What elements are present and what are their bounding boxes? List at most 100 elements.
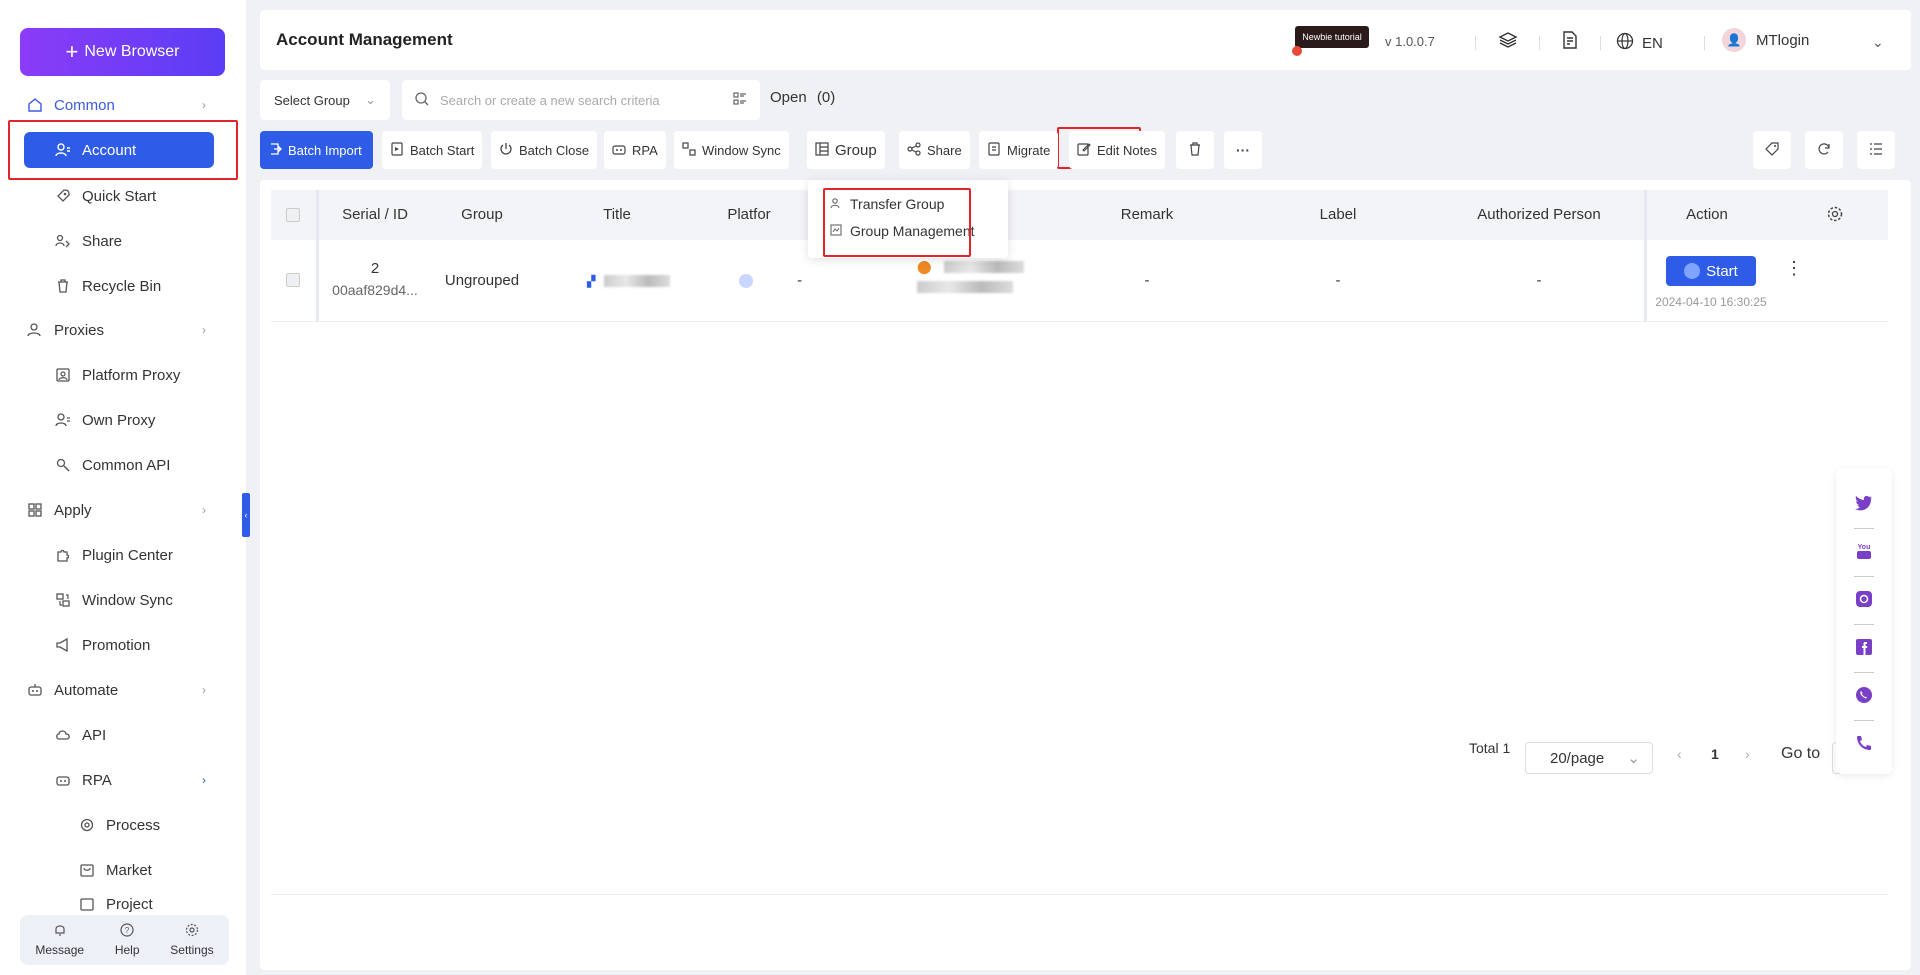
sidebar-item-label: Plugin Center [82, 546, 173, 564]
transfer-group-menu-item[interactable]: Transfer Group [830, 196, 944, 212]
next-page-icon[interactable]: › [1745, 746, 1750, 762]
group-button[interactable]: Group [807, 131, 885, 169]
sidebar-item-common-api[interactable]: Common API [0, 443, 246, 487]
sidebar-item-plugin-center[interactable]: Plugin Center [0, 533, 246, 577]
divider [271, 894, 1888, 895]
column-header-title[interactable]: Title [603, 206, 631, 223]
message-button[interactable]: Message [35, 923, 84, 957]
own-proxy-icon [54, 411, 72, 429]
page-number[interactable]: 1 [1711, 746, 1719, 762]
column-header-label[interactable]: Label [1320, 206, 1357, 223]
prev-page-icon[interactable]: ‹ [1677, 746, 1682, 762]
market-icon [78, 861, 96, 879]
batch-start-button[interactable]: Batch Start [382, 131, 483, 169]
document-list-icon[interactable] [1558, 28, 1582, 52]
sidebar-item-process[interactable]: Process [0, 803, 246, 847]
sidebar-section-apply[interactable]: Apply › [0, 488, 246, 532]
sidebar-item-label: Common API [82, 456, 171, 474]
edit-notes-button[interactable]: Edit Notes [1069, 131, 1165, 169]
row-more-icon[interactable]: ⋮ [1785, 258, 1803, 279]
settings-button[interactable]: Settings [170, 923, 214, 957]
divider [1854, 576, 1874, 577]
serial-number: 2 [370, 260, 380, 277]
home-icon [26, 96, 44, 114]
youtube-icon[interactable]: You [1852, 539, 1876, 563]
sidebar-item-promotion[interactable]: Promotion [0, 623, 246, 667]
authorized-person-value: - [1536, 272, 1542, 289]
whatsapp-icon[interactable] [1852, 683, 1876, 707]
table-row[interactable]: 2 00aaf829d4... Ungrouped ▞ - ⬤ - - - [271, 240, 1888, 322]
help-button[interactable]: ? Help [115, 923, 140, 957]
location-pin-icon: ⬤ [917, 259, 932, 274]
twitter-icon[interactable] [1852, 491, 1876, 515]
refresh-button[interactable] [1805, 131, 1843, 169]
rpa-button[interactable]: RPA [604, 131, 666, 169]
more-button[interactable]: ··· [1224, 131, 1262, 169]
open-count-value: (0) [816, 89, 836, 106]
rpa-label: RPA [632, 142, 658, 158]
column-header-remark[interactable]: Remark [1121, 206, 1174, 223]
start-label: Start [1706, 262, 1738, 280]
project-icon [78, 895, 96, 913]
tag-button[interactable] [1753, 131, 1791, 169]
process-icon [78, 816, 96, 834]
chevron-right-icon: › [202, 773, 206, 787]
sidebar-collapse-handle[interactable]: ‹ [242, 493, 250, 537]
user-menu[interactable]: 👤 MTlogin [1722, 28, 1809, 52]
filter-list-icon[interactable] [732, 91, 748, 110]
sidebar-item-account[interactable]: Account [24, 132, 214, 168]
search-input[interactable] [440, 92, 722, 108]
redacted-title [603, 275, 670, 288]
sidebar-item-platform-proxy[interactable]: Platform Proxy [0, 353, 246, 397]
page-size-select[interactable]: 20/page ⌄ [1525, 742, 1653, 774]
sidebar-item-rpa[interactable]: RPA › [0, 758, 246, 802]
sidebar-section-proxies[interactable]: Proxies › [0, 308, 246, 352]
sidebar-item-label: Platform Proxy [82, 366, 181, 384]
new-browser-button[interactable]: + New Browser [20, 28, 225, 76]
select-all-checkbox[interactable] [286, 208, 300, 222]
sidebar-item-quick-start[interactable]: Quick Start [0, 174, 246, 218]
group-select-dropdown[interactable]: Select Group ⌄ [260, 80, 390, 120]
sidebar-item-api[interactable]: API [0, 713, 246, 757]
sidebar-item-label: Market [106, 861, 152, 879]
facebook-icon[interactable] [1852, 635, 1876, 659]
start-button[interactable]: Start [1666, 256, 1756, 286]
column-header-platform[interactable]: Platfor [727, 206, 770, 223]
column-settings-button[interactable] [1857, 131, 1895, 169]
migrate-button[interactable]: Migrate [979, 131, 1059, 169]
sidebar-item-recycle-bin[interactable]: Recycle Bin [0, 264, 246, 308]
language-selector[interactable]: EN [1616, 32, 1663, 54]
sidebar-item-own-proxy[interactable]: Own Proxy [0, 398, 246, 442]
newbie-tutorial-button[interactable]: Newbie tutorial [1295, 26, 1369, 48]
sidebar: + New Browser Common › Account Quick Sta… [0, 0, 246, 975]
group-management-menu-item[interactable]: Group Management [830, 223, 975, 239]
layers-icon[interactable] [1496, 28, 1520, 52]
trash-icon [54, 277, 72, 295]
sidebar-section-common[interactable]: Common › [0, 83, 246, 127]
batch-import-button[interactable]: Batch Import [260, 131, 373, 169]
sidebar-item-market[interactable]: Market [0, 848, 246, 892]
column-header-authorized-person[interactable]: Authorized Person [1477, 206, 1600, 223]
sidebar-bottom-bar: Message ? Help Settings [20, 915, 229, 965]
redacted-proxy-detail [917, 281, 1013, 294]
chevron-right-icon: › [202, 98, 206, 112]
sidebar-item-window-sync[interactable]: Window Sync [0, 578, 246, 622]
instagram-icon[interactable] [1852, 587, 1876, 611]
sidebar-item-project[interactable]: Project [0, 893, 246, 915]
window-sync-label: Window Sync [702, 142, 781, 158]
pagination-total: Total 1 [1469, 740, 1511, 756]
group-label: Group [835, 141, 877, 159]
column-header-serial-id[interactable]: Serial / ID [342, 206, 408, 223]
chevron-down-icon[interactable]: ⌄ [1872, 34, 1884, 51]
share-button[interactable]: Share [899, 131, 970, 169]
delete-button[interactable] [1176, 131, 1214, 169]
window-sync-button[interactable]: Window Sync [674, 131, 789, 169]
row-checkbox[interactable] [286, 273, 300, 287]
page-title: Account Management [276, 30, 453, 49]
sidebar-item-share[interactable]: Share [0, 219, 246, 263]
batch-close-button[interactable]: Batch Close [491, 131, 598, 169]
column-header-group[interactable]: Group [461, 206, 503, 223]
sidebar-section-automate[interactable]: Automate › [0, 668, 246, 712]
gear-icon[interactable] [1826, 205, 1844, 226]
phone-icon[interactable] [1852, 731, 1876, 755]
